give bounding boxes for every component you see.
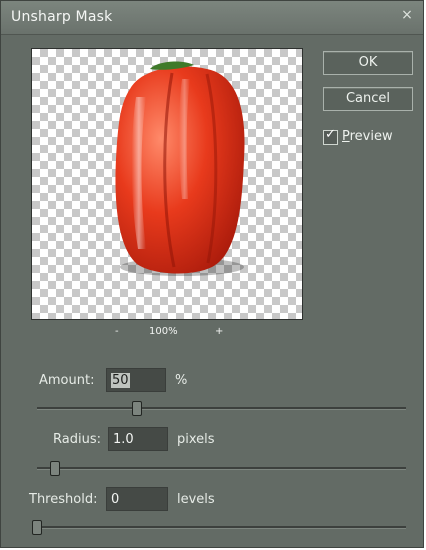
preview-checkbox[interactable]: ✓ <box>323 127 338 145</box>
threshold-label: Threshold: <box>29 492 98 507</box>
radius-slider-track[interactable] <box>37 461 406 476</box>
preview-checkbox-label: Preview <box>342 129 393 144</box>
zoom-in-button[interactable]: + <box>215 326 223 337</box>
threshold-field[interactable]: 0 <box>106 487 168 511</box>
radius-field[interactable]: 1.0 <box>108 427 168 451</box>
zoom-out-button[interactable]: - <box>115 326 119 337</box>
pepper-image <box>115 61 245 276</box>
radius-unit: pixels <box>177 432 215 447</box>
amount-slider-thumb[interactable] <box>131 401 142 416</box>
unsharp-mask-dialog: Unsharp Mask × - 100% + OK Cancel ✓ Prev… <box>0 0 424 548</box>
threshold-slider-track[interactable] <box>32 520 406 535</box>
amount-slider-track[interactable] <box>37 401 406 416</box>
title-bar[interactable]: Unsharp Mask × <box>1 1 423 35</box>
threshold-slider-thumb[interactable] <box>32 520 42 535</box>
radius-slider-thumb[interactable] <box>50 461 61 476</box>
ok-button[interactable]: OK <box>323 51 413 75</box>
cancel-button[interactable]: Cancel <box>323 87 413 111</box>
threshold-unit: levels <box>177 492 215 507</box>
zoom-level: 100% <box>149 326 178 337</box>
radius-label: Radius: <box>53 432 101 447</box>
amount-unit: % <box>175 373 188 388</box>
dialog-title: Unsharp Mask <box>11 9 113 25</box>
amount-label: Amount: <box>39 373 95 388</box>
preview-window[interactable] <box>31 48 303 320</box>
checkmark-icon: ✓ <box>325 127 336 142</box>
amount-field[interactable]: 50 <box>106 368 166 392</box>
close-icon[interactable]: × <box>399 7 415 23</box>
